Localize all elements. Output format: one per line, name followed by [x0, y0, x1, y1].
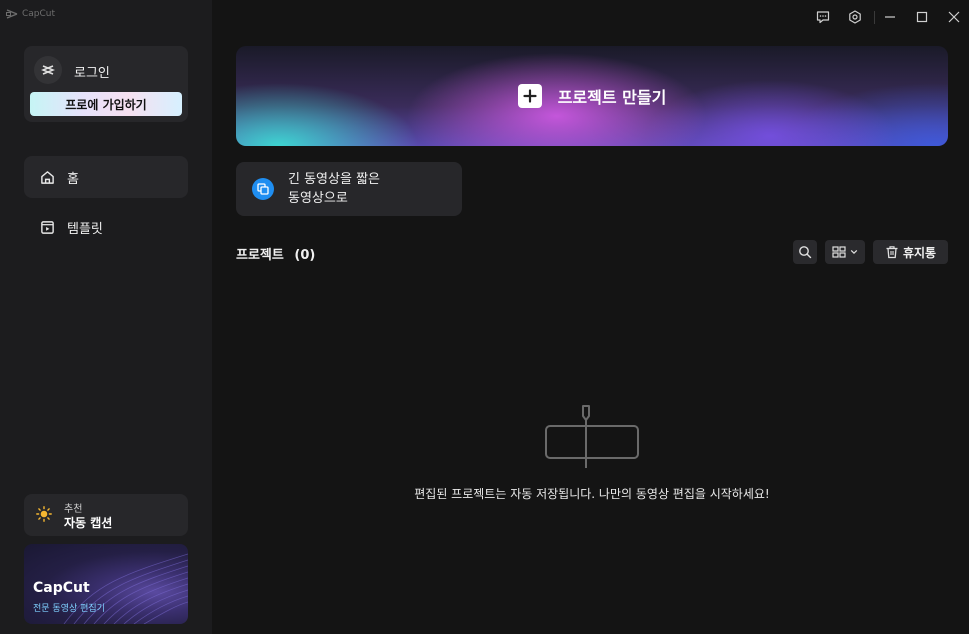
sidebar-item-home[interactable]: 홈 [24, 156, 188, 198]
feedback-icon [816, 11, 830, 24]
sun-icon [36, 506, 52, 522]
grid-view-icon [832, 246, 846, 258]
settings-icon [849, 10, 861, 24]
create-project-content: 프로젝트 만들기 [236, 46, 948, 146]
avatar[interactable] [34, 56, 62, 84]
search-icon [799, 246, 812, 259]
sidebar: CapCut 로그인 프로에 가입하기 홈 템플릿 추천 자동 캡션 CapCu… [0, 0, 212, 634]
promo-title: CapCut [33, 580, 90, 596]
capcut-logo-icon [6, 9, 18, 19]
titlebar-divider [874, 11, 875, 24]
trash-button[interactable]: 휴지통 [873, 240, 948, 264]
close-icon [948, 11, 960, 23]
home-icon [41, 170, 54, 184]
clip-icon [252, 178, 274, 200]
create-project-label: 프로젝트 만들기 [557, 88, 667, 107]
join-pro-button[interactable]: 프로에 가입하기 [30, 92, 182, 116]
sidebar-item-templates[interactable]: 템플릿 [24, 206, 188, 248]
search-button[interactable] [793, 240, 817, 264]
login-link[interactable]: 로그인 [74, 62, 110, 81]
maximize-icon [916, 11, 928, 23]
plus-icon [517, 84, 542, 108]
login-card: 로그인 프로에 가입하기 [24, 46, 188, 122]
trash-label: 휴지통 [902, 245, 937, 260]
trash-icon [886, 246, 898, 259]
view-mode-dropdown[interactable] [825, 240, 865, 264]
maximize-button[interactable] [914, 9, 930, 25]
projects-count: (0) [294, 248, 316, 263]
settings-button[interactable] [847, 9, 863, 25]
long-to-short-video-card[interactable]: 긴 동영상을 짧은 동영상으로 [236, 162, 462, 216]
close-button[interactable] [946, 9, 962, 25]
minimize-button[interactable] [882, 9, 898, 25]
empty-projects-illustration [545, 405, 639, 468]
capcut-app: CapCut 로그인 프로에 가입하기 홈 템플릿 추천 자동 캡션 CapCu… [0, 0, 969, 634]
create-project-button[interactable]: 프로젝트 만들기 [236, 46, 948, 146]
template-icon [41, 220, 54, 234]
tool-card-label: 긴 동영상을 짧은 동영상으로 [288, 170, 448, 208]
tool-card-line1: 긴 동영상을 짧은 [288, 172, 380, 187]
sidebar-item-label: 홈 [67, 171, 79, 187]
recommend-auto-caption-card[interactable]: 추천 자동 캡션 [24, 494, 188, 536]
recommend-title: 자동 캡션 [64, 516, 113, 530]
promo-subtitle: 전문 동영상 편집기 [33, 604, 105, 614]
capcut-promo-banner[interactable]: CapCut 전문 동영상 편집기 [24, 544, 188, 624]
empty-projects-message: 편집된 프로젝트는 자동 저장됩니다. 나만의 동영상 편집을 시작하세요! [414, 487, 770, 501]
app-logo-text: CapCut [22, 9, 56, 19]
projects-heading: 프로젝트 (0) [236, 244, 315, 263]
chevron-down-icon [850, 249, 858, 255]
minimize-icon [885, 16, 895, 18]
recommend-label: 추천 [64, 504, 83, 515]
app-logo: CapCut [6, 9, 55, 19]
feedback-button[interactable] [815, 9, 831, 25]
projects-title: 프로젝트 [236, 248, 284, 263]
sidebar-item-label: 템플릿 [67, 221, 103, 237]
tool-card-line2: 동영상으로 [288, 191, 348, 206]
capcut-avatar-icon [41, 65, 55, 75]
